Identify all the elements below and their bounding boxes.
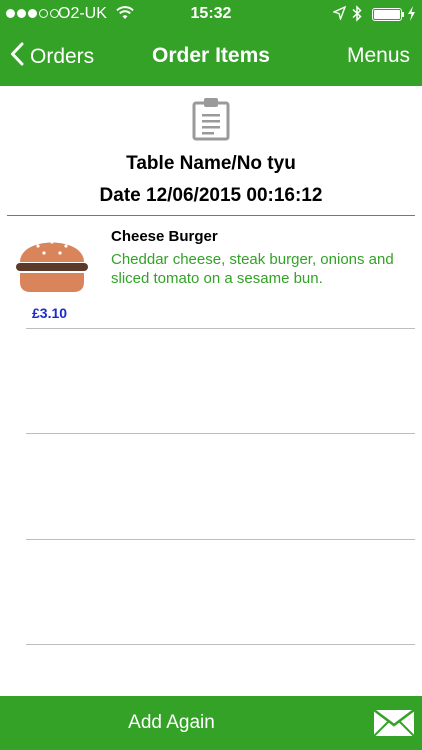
bottom-toolbar: Add Again [0,696,422,750]
item-description-line2: sliced tomato on a sesame bun. [111,270,323,287]
table-name: Table Name/No tyu [126,153,296,174]
item-price: £3.10 [32,305,68,321]
bluetooth-icon [352,5,362,26]
burger-icon [16,232,88,301]
battery-icon [372,8,402,21]
location-arrow-icon [332,5,347,24]
item-name: Cheese Burger [111,228,218,245]
order-date: Date 12/06/2015 00:16:12 [99,185,323,206]
status-bar: O2-UK 15:32 [0,0,422,28]
item-description-line1: Cheddar cheese, steak burger, onions and [111,251,394,268]
add-again-button[interactable]: Add Again [0,712,343,734]
row-divider [26,433,415,434]
row-divider [26,328,415,329]
order-item-row[interactable]: £3.10 Cheese Burger Cheddar cheese, stea… [0,216,422,328]
battery-tip [402,12,404,17]
mail-icon[interactable] [373,709,415,742]
row-divider [26,539,415,540]
menus-button[interactable]: Menus [347,44,410,68]
clipboard-icon [192,97,230,146]
navigation-bar: Orders Order Items Menus [0,28,422,86]
item-description: Cheddar cheese, steak burger, onions and… [111,250,422,288]
row-divider [26,644,415,645]
charging-bolt-icon [407,6,416,25]
